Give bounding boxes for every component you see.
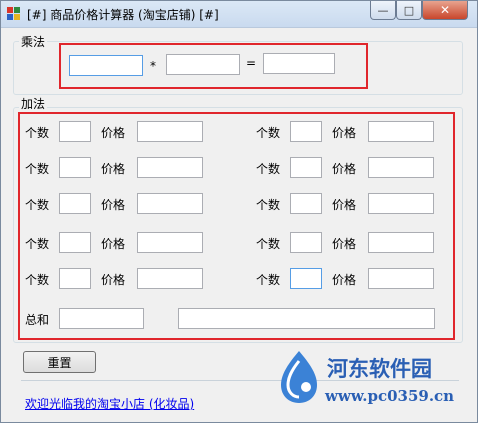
qty-input-right-1[interactable] [290,121,322,142]
minimize-button[interactable]: — [370,1,396,20]
price-label: 价格 [101,198,126,212]
maximize-button[interactable]: □ [396,1,422,20]
qty-label: 个数 [25,126,50,140]
qty-input-left-5[interactable] [59,268,91,289]
multiply-group-label: 乘法 [19,33,48,50]
reset-button-label: 重置 [47,355,72,370]
price-input-right-3[interactable] [368,193,434,214]
qty-input-right-2[interactable] [290,157,322,178]
multiply-result-input[interactable] [263,53,335,74]
qty-input-right-4[interactable] [290,232,322,253]
price-input-left-1[interactable] [137,121,203,142]
qty-input-right-5[interactable] [290,268,322,289]
watermark-logo-icon [281,351,317,403]
total-input[interactable] [59,308,144,329]
watermark-url: www.pc0359.cn [325,387,455,405]
price-label: 价格 [332,198,357,212]
price-input-left-5[interactable] [137,268,203,289]
price-input-left-4[interactable] [137,232,203,253]
qty-label: 个数 [256,126,281,140]
window-title: [#] 商品价格计算器 (淘宝店铺) [#] [27,8,219,22]
multiply-operator: * [150,59,156,73]
qty-label: 个数 [25,162,50,176]
qty-label: 个数 [256,237,281,251]
qty-input-left-3[interactable] [59,193,91,214]
total-label: 总和 [25,313,50,327]
qty-label: 个数 [256,273,281,287]
price-input-right-1[interactable] [368,121,434,142]
price-input-left-2[interactable] [137,157,203,178]
price-label: 价格 [332,237,357,251]
qty-label: 个数 [25,198,50,212]
price-input-left-3[interactable] [137,193,203,214]
qty-input-left-1[interactable] [59,121,91,142]
qty-input-left-4[interactable] [59,232,91,253]
price-label: 价格 [332,126,357,140]
price-label: 价格 [101,126,126,140]
close-icon: ✕ [439,3,451,17]
app-icon [7,7,20,20]
equals-sign: = [246,56,257,70]
main-window: [#] 商品价格计算器 (淘宝店铺) [#] — □ ✕ 乘法 * = 加法 个… [0,0,478,423]
qty-input-left-2[interactable] [59,157,91,178]
watermark: 河东软件园 www.pc0359.cn [271,347,477,421]
addition-group-label: 加法 [19,95,48,112]
reset-button[interactable]: 重置 [23,351,96,373]
price-label: 价格 [101,237,126,251]
qty-label: 个数 [256,198,281,212]
price-input-right-4[interactable] [368,232,434,253]
qty-label: 个数 [256,162,281,176]
total-detail-input[interactable] [178,308,435,329]
price-input-right-5[interactable] [368,268,434,289]
price-label: 价格 [332,162,357,176]
price-label: 价格 [101,273,126,287]
qty-input-right-3[interactable] [290,193,322,214]
price-input-right-2[interactable] [368,157,434,178]
qty-label: 个数 [25,237,50,251]
minimize-icon: — [377,3,389,17]
multiply-operand1-input[interactable] [69,55,143,76]
close-button[interactable]: ✕ [422,1,468,20]
price-label: 价格 [101,162,126,176]
watermark-brand: 河东软件园 [327,356,432,381]
title-bar[interactable]: [#] 商品价格计算器 (淘宝店铺) [#] — □ ✕ [1,1,477,28]
price-label: 价格 [332,273,357,287]
qty-label: 个数 [25,273,50,287]
shop-link[interactable]: 欢迎光临我的淘宝小店 (化妆品) [25,395,194,412]
multiply-operand2-input[interactable] [166,54,240,75]
maximize-icon: □ [403,3,415,17]
